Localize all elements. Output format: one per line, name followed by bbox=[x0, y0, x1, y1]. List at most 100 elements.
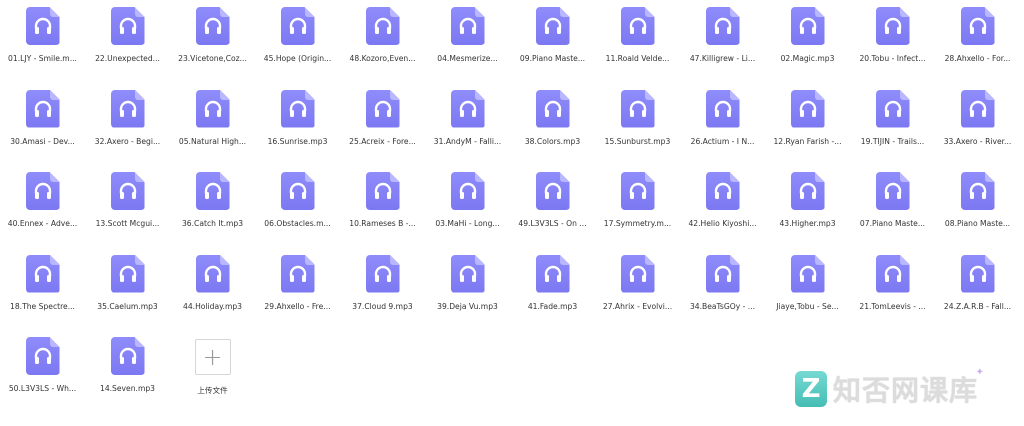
file-item[interactable]: 11.Roald Velde... bbox=[595, 4, 680, 87]
file-item[interactable]: 04.Mesmerize... bbox=[425, 4, 510, 87]
file-item[interactable]: 07.Piano Maste... bbox=[850, 169, 935, 252]
file-item[interactable]: 01.LJY - Smile.m... bbox=[0, 4, 85, 87]
file-item[interactable]: 38.Colors.mp3 bbox=[510, 87, 595, 170]
file-name: 48.Kozoro,Even... bbox=[349, 54, 416, 63]
file-item[interactable]: 33.Axero - River... bbox=[935, 87, 1020, 170]
file-item[interactable]: 34.BeaTsGOy - ... bbox=[680, 252, 765, 335]
file-grid: 01.LJY - Smile.m... 22.Unexpected... 23.Vi… bbox=[0, 4, 1020, 417]
file-name: 27.Ahrix - Evolvi... bbox=[602, 301, 673, 311]
file-item[interactable]: 21.TomLeevis - ... bbox=[850, 252, 935, 335]
file-item[interactable]: 44.Holiday.mp3 bbox=[170, 252, 255, 335]
file-item[interactable]: 43.Higher.mp3 bbox=[765, 169, 850, 252]
audio-file-icon bbox=[536, 255, 570, 293]
audio-file-icon bbox=[536, 90, 570, 128]
file-name: 33.Axero - River... bbox=[943, 136, 1012, 146]
file-item[interactable]: 39.Deja Vu.mp3 bbox=[425, 252, 510, 335]
audio-file-icon bbox=[791, 255, 825, 293]
audio-file-icon bbox=[621, 90, 655, 128]
audio-file-icon bbox=[621, 255, 655, 293]
audio-file-icon bbox=[706, 172, 740, 210]
file-name: 05.Natural High... bbox=[178, 136, 247, 146]
file-item[interactable]: 13.Scott Mcgui... bbox=[85, 169, 170, 252]
file-item[interactable]: 23.Vicetone,Coz... bbox=[170, 4, 255, 87]
file-item[interactable]: 26.Actium - I N... bbox=[680, 87, 765, 170]
file-item[interactable]: 06.Obstacles.m... bbox=[255, 169, 340, 252]
watermark: Z 知否网课库 ✦ bbox=[795, 367, 984, 409]
audio-file-icon bbox=[26, 7, 60, 45]
file-item[interactable]: 47.Killigrew - Li... bbox=[680, 4, 765, 87]
file-name: 45.Hope (Origin... bbox=[263, 54, 332, 63]
file-item[interactable]: 27.Ahrix - Evolvi... bbox=[595, 252, 680, 335]
file-item[interactable]: 16.Sunrise.mp3 bbox=[255, 87, 340, 170]
file-item[interactable]: 09.Piano Maste... bbox=[510, 4, 595, 87]
audio-file-icon bbox=[26, 172, 60, 210]
audio-file-icon bbox=[706, 7, 740, 45]
file-name: 28.Ahxello - For... bbox=[944, 54, 1011, 63]
file-item[interactable]: 31.AndyM - Falli... bbox=[425, 87, 510, 170]
audio-file-icon bbox=[366, 172, 400, 210]
file-item[interactable]: 36.Catch It.mp3 bbox=[170, 169, 255, 252]
file-name: 17.Symmetry.m... bbox=[603, 219, 672, 228]
file-item[interactable]: 30.Amasi - Dev... bbox=[0, 87, 85, 170]
audio-file-icon bbox=[876, 90, 910, 128]
file-item[interactable]: 28.Ahxello - For... bbox=[935, 4, 1020, 87]
file-item[interactable]: 24.Z.A.R.B - Fall... bbox=[935, 252, 1020, 335]
file-item[interactable]: 05.Natural High... bbox=[170, 87, 255, 170]
file-item[interactable]: 25.Acreix - Fore... bbox=[340, 87, 425, 170]
file-name: 32.Axero - Begi... bbox=[94, 136, 161, 146]
audio-file-icon bbox=[366, 7, 400, 45]
file-item[interactable]: 37.Cloud 9.mp3 bbox=[340, 252, 425, 335]
file-item[interactable]: 40.Ennex - Adve... bbox=[0, 169, 85, 252]
audio-file-icon bbox=[281, 172, 315, 210]
file-name: 35.Caelum.mp3 bbox=[97, 301, 158, 311]
audio-file-icon bbox=[111, 337, 145, 375]
file-item[interactable]: 18.The Spectre... bbox=[0, 252, 85, 335]
file-name: 06.Obstacles.m... bbox=[264, 219, 331, 228]
file-item[interactable]: 42.Helio Kiyoshi... bbox=[680, 169, 765, 252]
file-name: 36.Catch It.mp3 bbox=[181, 219, 244, 228]
upload-file-button[interactable]: + 上传文件 bbox=[170, 334, 255, 417]
file-name: 02.Magic.mp3 bbox=[780, 54, 835, 63]
file-item[interactable]: 32.Axero - Begi... bbox=[85, 87, 170, 170]
file-item[interactable]: 48.Kozoro,Even... bbox=[340, 4, 425, 87]
file-item[interactable]: 12.Ryan Farish -... bbox=[765, 87, 850, 170]
file-item[interactable]: 19.TIJIN - Trails... bbox=[850, 87, 935, 170]
file-item[interactable]: 17.Symmetry.m... bbox=[595, 169, 680, 252]
file-name: 26.Actium - I N... bbox=[690, 136, 755, 146]
file-item[interactable]: 29.Ahxello - Fre... bbox=[255, 252, 340, 335]
file-item[interactable]: 15.Sunburst.mp3 bbox=[595, 87, 680, 170]
audio-file-icon bbox=[621, 172, 655, 210]
file-name: 08.Piano Maste... bbox=[944, 219, 1011, 228]
file-item[interactable]: 02.Magic.mp3 bbox=[765, 4, 850, 87]
file-item[interactable]: 22.Unexpected... bbox=[85, 4, 170, 87]
file-name: 29.Ahxello - Fre... bbox=[264, 301, 331, 311]
upload-box[interactable]: + bbox=[194, 339, 231, 375]
file-name: 41.Fade.mp3 bbox=[527, 301, 578, 311]
file-item[interactable]: 14.Seven.mp3 bbox=[85, 334, 170, 417]
audio-file-icon bbox=[791, 7, 825, 45]
audio-file-icon bbox=[111, 90, 145, 128]
audio-file-icon bbox=[621, 7, 655, 45]
file-item[interactable]: 35.Caelum.mp3 bbox=[85, 252, 170, 335]
file-item[interactable]: 50.L3V3LS - Wh... bbox=[0, 334, 85, 417]
audio-file-icon bbox=[451, 7, 485, 45]
file-item[interactable]: 20.Tobu - Infect... bbox=[850, 4, 935, 87]
plus-icon: + bbox=[202, 343, 223, 371]
audio-file-icon bbox=[196, 90, 230, 128]
audio-file-icon bbox=[791, 90, 825, 128]
file-item[interactable]: Jiaye,Tobu - Se... bbox=[765, 252, 850, 335]
audio-file-icon bbox=[26, 337, 60, 375]
file-name: 14.Seven.mp3 bbox=[99, 384, 155, 393]
file-name: 47.Killigrew - Li... bbox=[689, 54, 756, 63]
audio-file-icon bbox=[791, 172, 825, 210]
audio-file-icon bbox=[961, 7, 995, 45]
file-item[interactable]: 08.Piano Maste... bbox=[935, 169, 1020, 252]
file-item[interactable]: 45.Hope (Origin... bbox=[255, 4, 340, 87]
file-item[interactable]: 03.MaHi - Long... bbox=[425, 169, 510, 252]
file-name: 44.Holiday.mp3 bbox=[183, 301, 242, 311]
file-item[interactable]: 10.Rameses B -... bbox=[340, 169, 425, 252]
audio-file-icon bbox=[111, 172, 145, 210]
file-item[interactable]: 41.Fade.mp3 bbox=[510, 252, 595, 335]
file-name: 15.Sunburst.mp3 bbox=[604, 136, 671, 146]
file-item[interactable]: 49.L3V3LS - On ... bbox=[510, 169, 595, 252]
